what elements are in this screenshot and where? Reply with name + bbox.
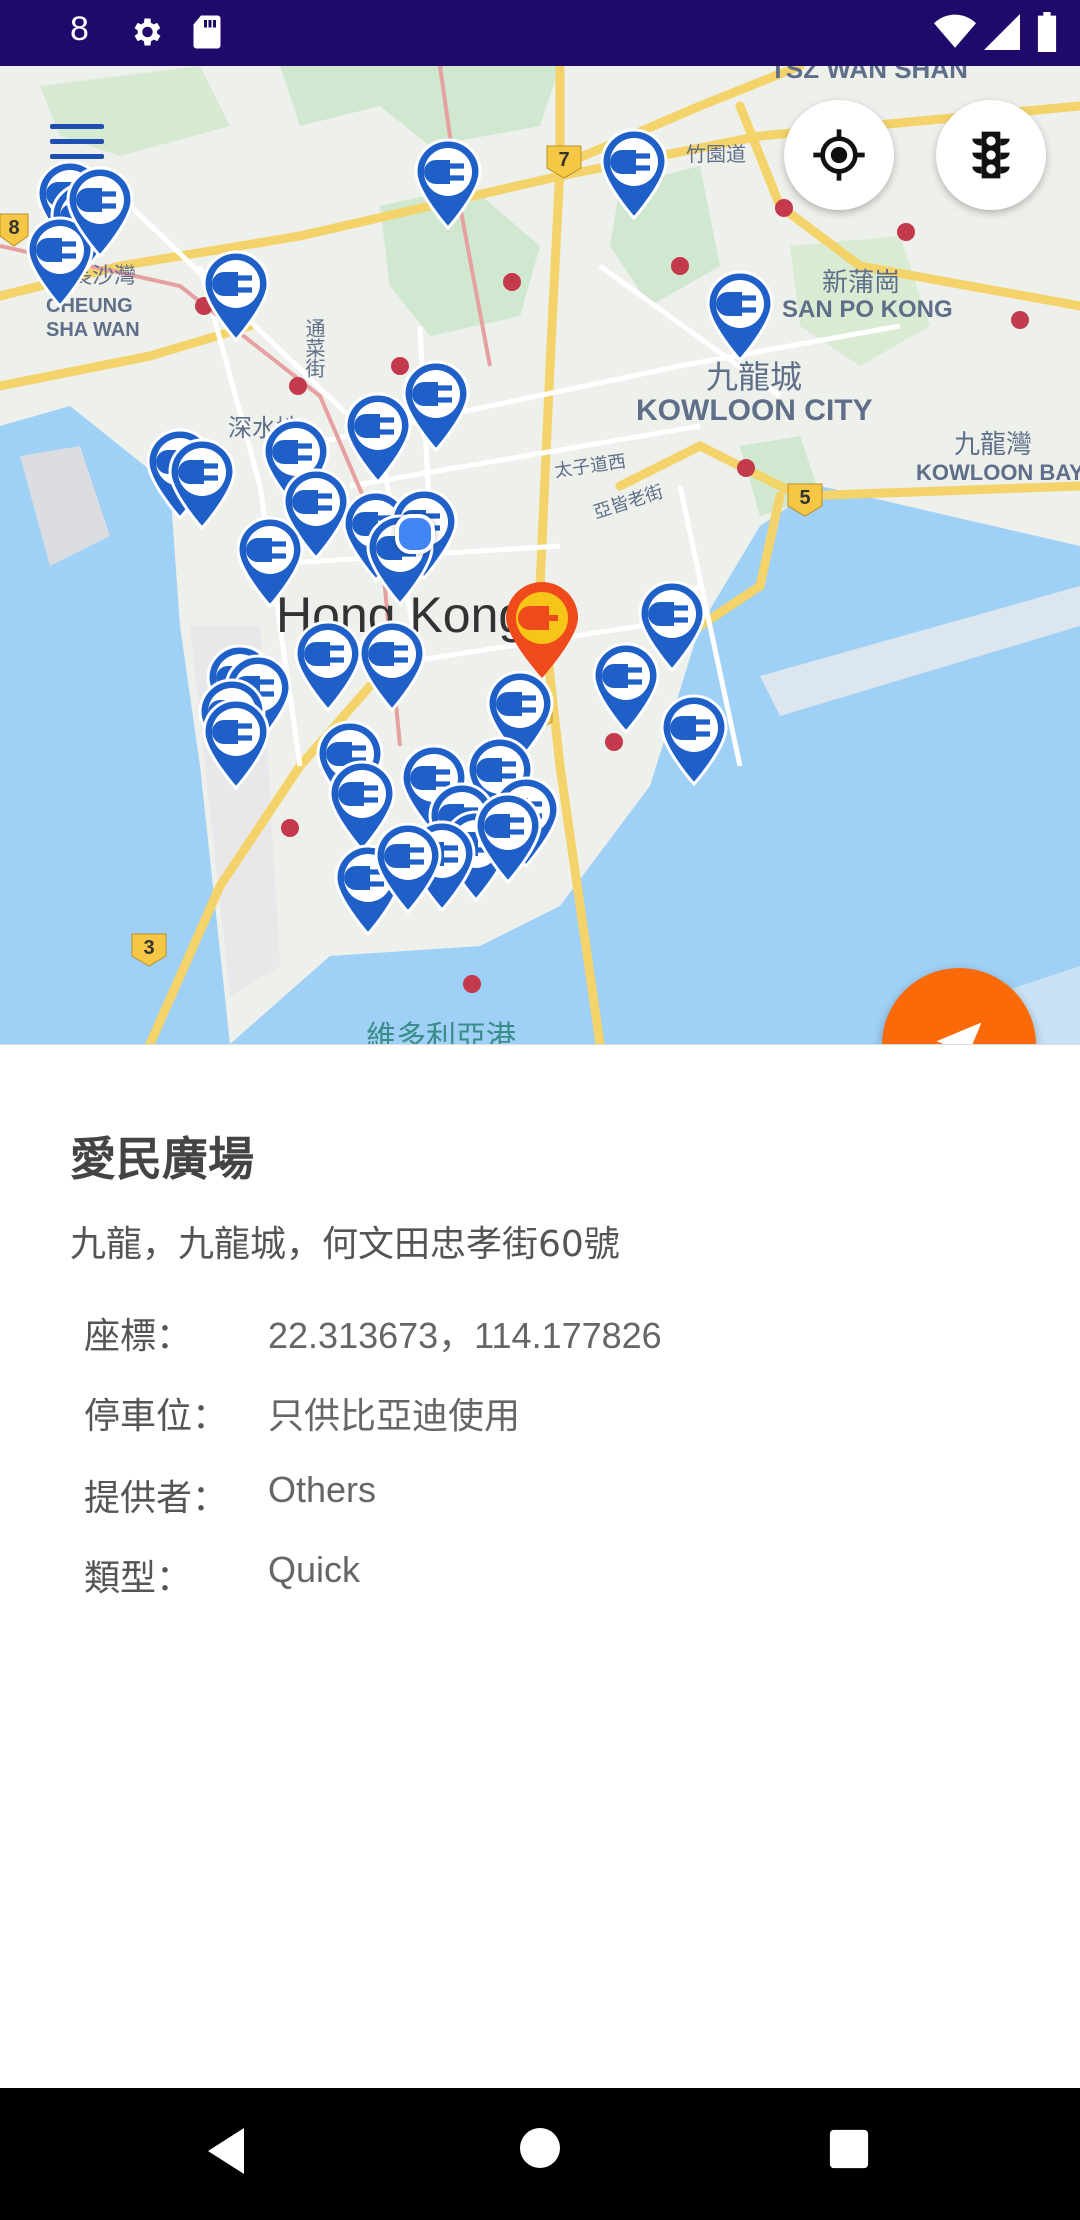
map-label-tsz-wan-shan: TSZ WAN SHAN xyxy=(770,66,968,84)
charging-station-marker[interactable] xyxy=(232,516,308,609)
charging-station-marker[interactable] xyxy=(62,166,138,259)
charging-station-marker[interactable] xyxy=(198,250,274,343)
system-nav-bar xyxy=(0,2088,1080,2220)
charging-station-marker[interactable] xyxy=(470,792,546,885)
station-address: 九龍，九龍城，何文田忠孝街60號 xyxy=(70,1224,620,1265)
map-label-cn-3: 九龍灣 xyxy=(954,430,1033,460)
battery-icon xyxy=(1036,12,1058,56)
field-label: 類型： xyxy=(84,1558,193,1599)
traffic-button[interactable] xyxy=(936,100,1046,210)
status-bar: 8 xyxy=(0,0,1080,66)
route-badge-3: 3 xyxy=(143,937,154,959)
map-base: 7 5 8 1 3 xyxy=(0,66,1080,1044)
menu-icon-bar xyxy=(50,124,104,129)
map-view[interactable]: 7 5 8 1 3 TSZ WAN SHAN SAN PO KONG KOWLO… xyxy=(0,66,1080,1044)
signal-icon xyxy=(984,14,1020,54)
charging-station-marker[interactable] xyxy=(634,580,710,673)
map-label-cn-7: 維多利亞港 xyxy=(366,1020,516,1044)
charging-station-marker[interactable] xyxy=(596,128,672,221)
user-location-dot xyxy=(395,514,435,554)
map-label-cn-10: 通菜街 xyxy=(302,318,326,378)
my-location-icon xyxy=(813,129,865,181)
route-badge-5: 5 xyxy=(799,487,810,509)
route-badge-7: 7 xyxy=(558,149,569,171)
map-label-cn-0: 竹園道 xyxy=(686,142,746,166)
charging-station-marker[interactable] xyxy=(164,438,240,531)
station-info-panel: 愛民廣場 九龍，九龍城，何文田忠孝街60號 座標： 22.313673，114.… xyxy=(0,1044,1080,2089)
field-value: Quick xyxy=(268,1549,361,1590)
field-value: Others xyxy=(268,1469,377,1510)
charging-station-marker[interactable] xyxy=(410,138,486,231)
charging-station-marker[interactable] xyxy=(370,822,446,915)
field-label: 停車位： xyxy=(84,1396,229,1437)
traffic-light-icon xyxy=(972,131,1010,179)
charging-station-marker[interactable] xyxy=(354,620,430,713)
menu-icon-bar xyxy=(50,154,104,159)
home-icon[interactable] xyxy=(518,2126,562,2174)
field-label: 座標： xyxy=(84,1316,193,1357)
map-label-cn-1: 新蒲崗 xyxy=(822,268,901,298)
route-badge-8: 8 xyxy=(8,217,19,239)
recents-icon[interactable] xyxy=(828,2128,870,2174)
map-label-san-po-kong: SAN PO KONG xyxy=(782,296,953,323)
map-label-kowloon-bay: KOWLOON BAY xyxy=(916,460,1080,485)
charging-station-marker[interactable] xyxy=(656,694,732,787)
station-name: 愛民廣場 xyxy=(70,1132,254,1186)
selected-charging-marker[interactable] xyxy=(502,582,582,680)
charging-station-marker[interactable] xyxy=(702,270,778,363)
sd-card-icon xyxy=(192,14,222,54)
status-time: 8 xyxy=(70,10,89,48)
menu-icon-bar xyxy=(50,139,104,144)
menu-button[interactable] xyxy=(50,124,104,164)
map-label-kowloon-city: KOWLOON CITY xyxy=(636,394,873,427)
gear-icon xyxy=(128,14,164,54)
charging-station-marker[interactable] xyxy=(198,698,274,791)
back-icon[interactable] xyxy=(204,2126,248,2180)
field-label: 提供者： xyxy=(84,1478,229,1519)
field-value: 只供比亞迪使用 xyxy=(268,1396,521,1437)
field-value: 22.313673，114.177826 xyxy=(268,1315,662,1356)
wifi-icon xyxy=(934,14,976,54)
my-location-button[interactable] xyxy=(784,100,894,210)
